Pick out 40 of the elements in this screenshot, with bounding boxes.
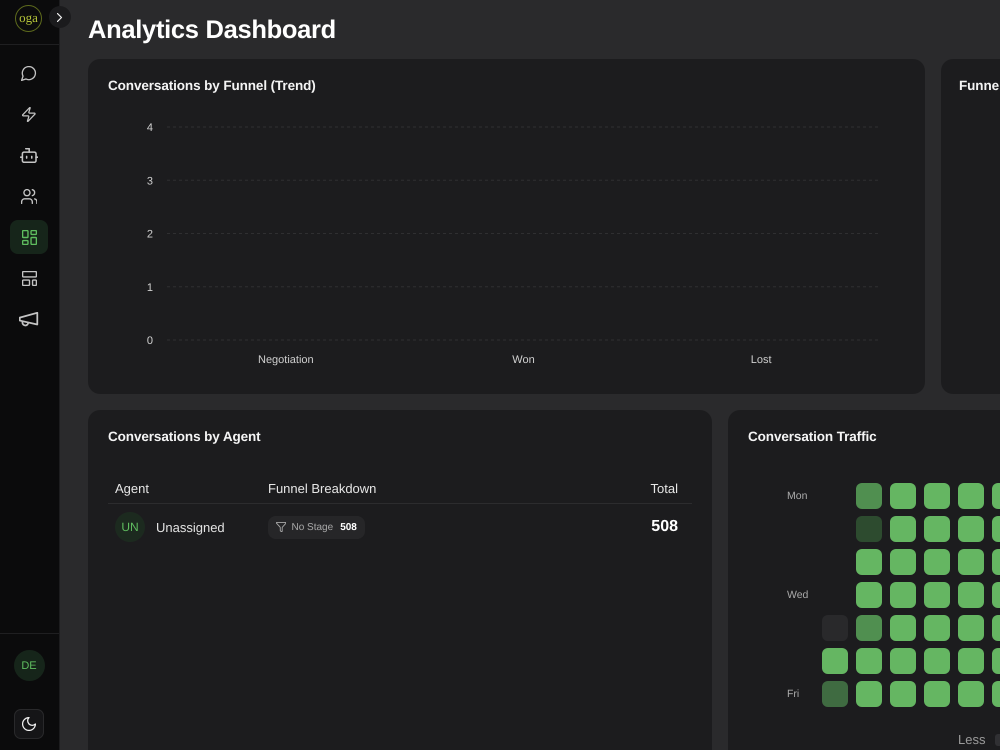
page-title: Analytics Dashboard <box>88 15 337 46</box>
y-axis-label: 3 <box>146 175 153 188</box>
day-label: Fri <box>787 688 800 700</box>
y-axis-label: 1 <box>146 282 153 294</box>
user-avatar[interactable]: DE <box>14 650 44 681</box>
agent-avatar: UN <box>115 512 145 542</box>
legend-label: Less <box>958 732 986 748</box>
grid-icon <box>22 230 36 244</box>
moon-icon <box>22 717 36 731</box>
x-axis-label: Lost <box>750 354 772 366</box>
expand-button[interactable] <box>49 6 71 28</box>
y-axis-label: 4 <box>146 122 153 134</box>
lightning-icon <box>22 106 36 122</box>
day-label: Wed <box>787 589 810 601</box>
x-axis-label: Won <box>512 354 535 366</box>
layout-icon <box>22 270 36 286</box>
theme-toggle-button[interactable] <box>14 709 44 739</box>
card-title: Funne <box>959 78 1000 94</box>
chevron-right-icon <box>57 12 62 22</box>
column-header: Agent <box>114 481 150 496</box>
megaphone-icon <box>19 312 39 326</box>
stage-count: 508 <box>340 522 357 532</box>
funnel-icon <box>276 522 286 532</box>
chat-bubble-icon <box>21 66 37 80</box>
logo: oga <box>15 5 42 32</box>
x-axis-label: Negotiation <box>258 354 314 366</box>
total-value: 508 <box>651 518 678 536</box>
day-label: Mon <box>787 490 808 502</box>
column-header: Total <box>650 481 679 496</box>
robot-icon <box>20 148 38 162</box>
agent-name: Unassigned <box>156 520 225 534</box>
y-axis-label: 2 <box>146 228 153 240</box>
y-axis-label: 0 <box>146 335 153 347</box>
card-title: Conversations by Funnel (Trend) <box>108 78 317 94</box>
nav-button[interactable] <box>10 220 48 254</box>
users-icon <box>20 188 38 204</box>
column-header: Funnel Breakdown <box>267 481 378 496</box>
card-title: Conversation Traffic <box>748 429 878 445</box>
card-title: Conversations by Agent <box>108 429 262 445</box>
stage-label: No Stage <box>291 522 334 532</box>
